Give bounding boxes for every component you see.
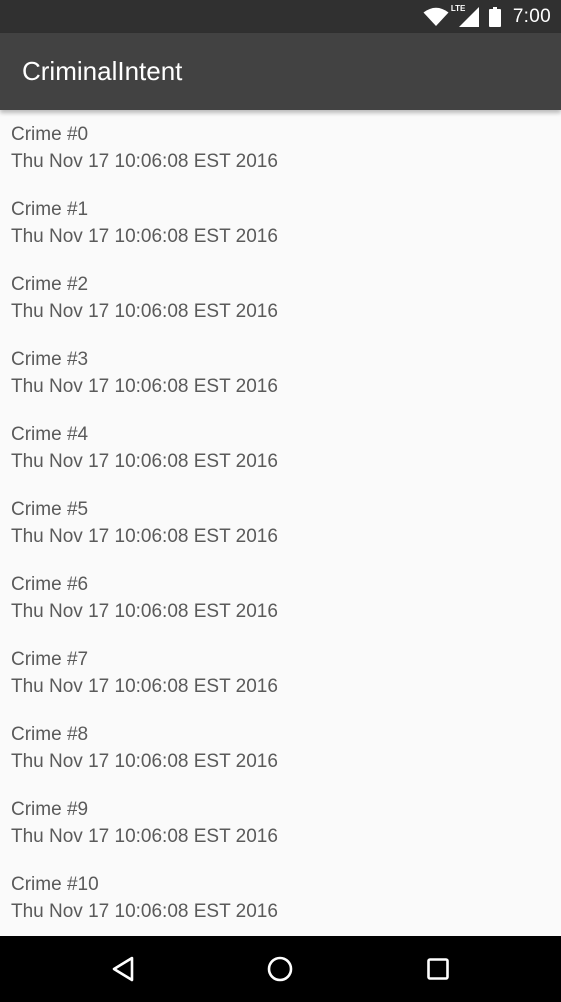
list-item[interactable]: Crime #2 Thu Nov 17 10:06:08 EST 2016 — [0, 260, 561, 335]
lte-label: LTE — [450, 3, 466, 13]
crime-date: Thu Nov 17 10:06:08 EST 2016 — [11, 826, 278, 847]
list-item[interactable]: Crime #0 Thu Nov 17 10:06:08 EST 2016 — [0, 110, 561, 185]
crime-date: Thu Nov 17 10:06:08 EST 2016 — [11, 751, 278, 772]
home-button[interactable] — [260, 949, 300, 989]
crime-title: Crime #7 — [11, 649, 89, 670]
crime-title: Crime #3 — [11, 349, 89, 370]
status-icons: LTE 7:00 — [423, 0, 551, 33]
crime-list[interactable]: Crime #0 Thu Nov 17 10:06:08 EST 2016 Cr… — [0, 110, 561, 936]
app-title: CriminalIntent — [22, 56, 183, 86]
crime-date: Thu Nov 17 10:06:08 EST 2016 — [11, 151, 278, 172]
list-item[interactable]: Crime #4 Thu Nov 17 10:06:08 EST 2016 — [0, 410, 561, 485]
recents-button[interactable] — [418, 949, 458, 989]
crime-title: Crime #9 — [11, 799, 89, 820]
home-icon — [266, 955, 294, 983]
crime-title: Crime #10 — [11, 874, 99, 895]
crime-date: Thu Nov 17 10:06:08 EST 2016 — [11, 676, 278, 697]
crime-title: Crime #6 — [11, 574, 89, 595]
crime-title: Crime #4 — [11, 424, 89, 445]
recents-icon — [426, 957, 450, 981]
crime-title: Crime #0 — [11, 124, 89, 145]
crime-date: Thu Nov 17 10:06:08 EST 2016 — [11, 226, 278, 247]
list-item[interactable]: Crime #3 Thu Nov 17 10:06:08 EST 2016 — [0, 335, 561, 410]
crime-title: Crime #5 — [11, 499, 89, 520]
status-bar: LTE 7:00 — [0, 0, 561, 33]
list-item[interactable]: Crime #5 Thu Nov 17 10:06:08 EST 2016 — [0, 485, 561, 560]
crime-date: Thu Nov 17 10:06:08 EST 2016 — [11, 526, 278, 547]
battery-icon — [488, 6, 501, 27]
list-item[interactable]: Crime #9 Thu Nov 17 10:06:08 EST 2016 — [0, 785, 561, 860]
crime-date: Thu Nov 17 10:06:08 EST 2016 — [11, 601, 278, 622]
crime-date: Thu Nov 17 10:06:08 EST 2016 — [11, 901, 278, 922]
crime-date: Thu Nov 17 10:06:08 EST 2016 — [11, 301, 278, 322]
list-item[interactable]: Crime #10 Thu Nov 17 10:06:08 EST 2016 — [0, 860, 561, 935]
list-item[interactable]: Crime #8 Thu Nov 17 10:06:08 EST 2016 — [0, 710, 561, 785]
list-item[interactable]: Crime #7 Thu Nov 17 10:06:08 EST 2016 — [0, 635, 561, 710]
wifi-icon — [423, 7, 449, 27]
crime-title: Crime #2 — [11, 274, 89, 295]
crime-date: Thu Nov 17 10:06:08 EST 2016 — [11, 376, 278, 397]
crime-title: Crime #1 — [11, 199, 89, 220]
list-item[interactable]: Crime #6 Thu Nov 17 10:06:08 EST 2016 — [0, 560, 561, 635]
list-item[interactable]: Crime #1 Thu Nov 17 10:06:08 EST 2016 — [0, 185, 561, 260]
crime-date: Thu Nov 17 10:06:08 EST 2016 — [11, 451, 278, 472]
status-time: 7:00 — [512, 5, 551, 27]
lte-signal-icon: LTE — [451, 4, 481, 28]
back-button[interactable] — [103, 949, 143, 989]
crime-title: Crime #8 — [11, 724, 89, 745]
app-bar: CriminalIntent — [0, 33, 561, 110]
back-icon — [110, 955, 136, 983]
navigation-bar — [0, 936, 561, 1002]
